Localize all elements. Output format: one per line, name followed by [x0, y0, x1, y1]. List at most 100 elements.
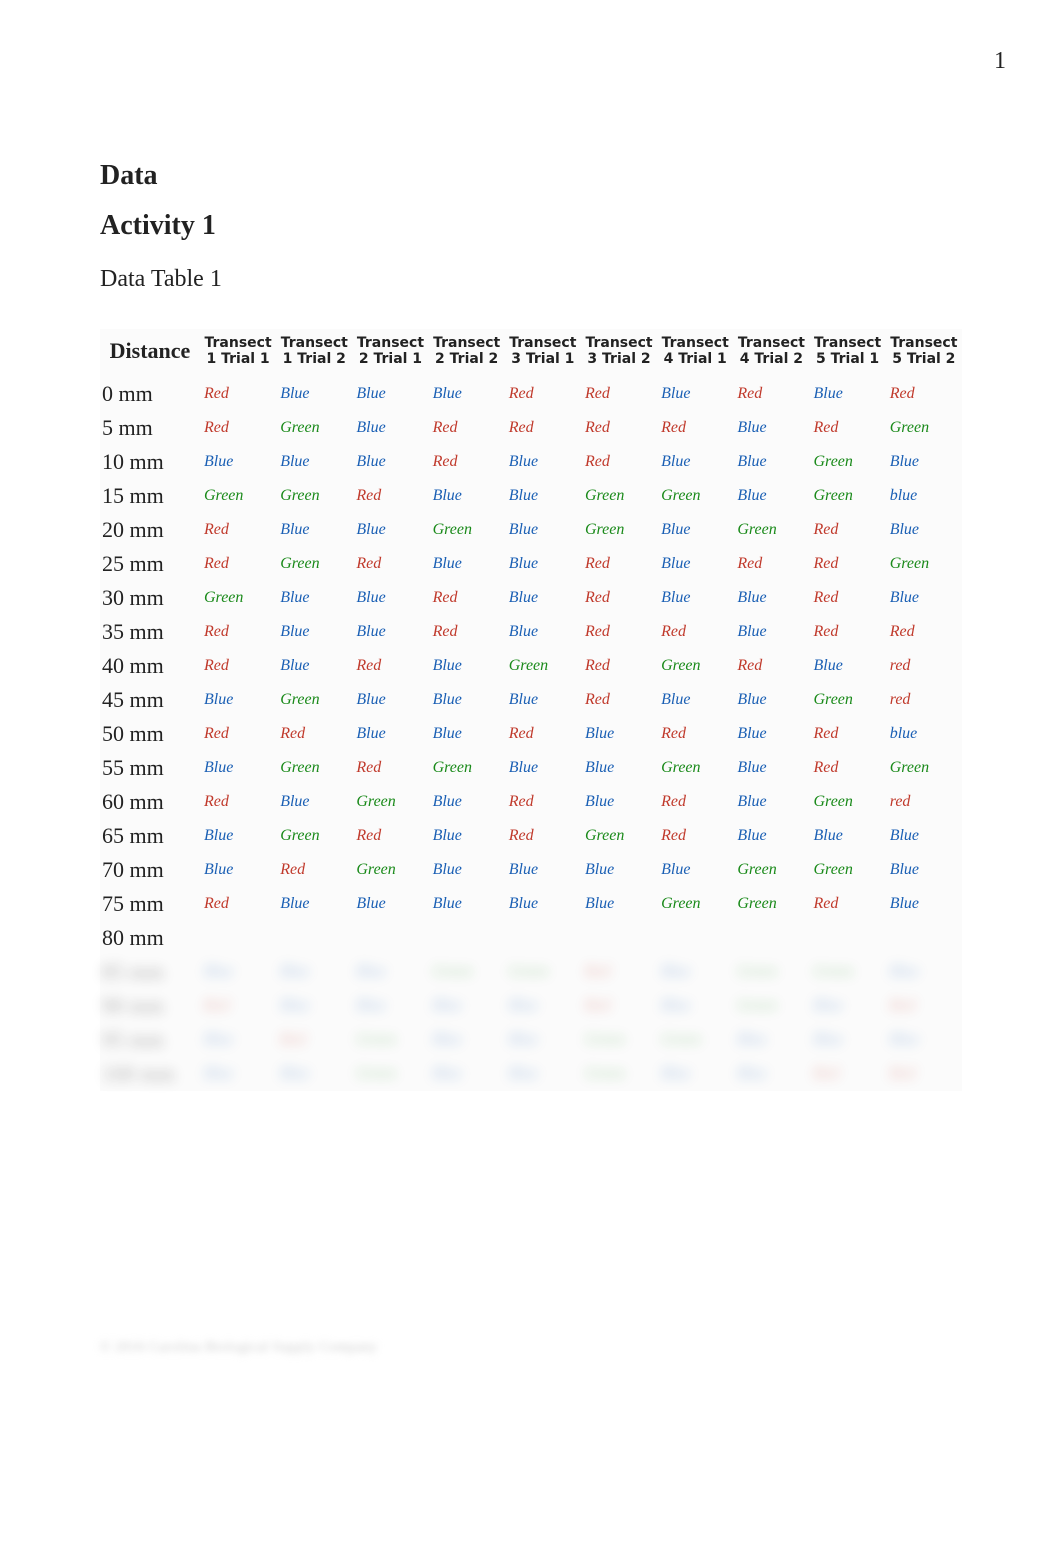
value-cell: Green: [429, 751, 505, 785]
table-row: 65 mmBlueGreenRedBlueRedGreenRedBlueBlue…: [100, 819, 962, 853]
value-cell: Blue: [352, 411, 428, 445]
value-cell: Red: [505, 377, 581, 411]
value-cell: Green: [657, 887, 733, 921]
value-cell: Blue: [352, 445, 428, 479]
heading-data: Data: [100, 160, 962, 192]
value-cell: Blue: [505, 547, 581, 581]
value-cell: Blue: [352, 581, 428, 615]
value-cell: Blue: [733, 411, 809, 445]
distance-cell: 100 mm: [100, 1057, 200, 1091]
value-cell: Blue: [733, 615, 809, 649]
value-cell: Blue: [810, 649, 886, 683]
value-cell: Blue: [657, 955, 733, 989]
value-cell: Red: [505, 819, 581, 853]
distance-cell: 5 mm: [100, 411, 200, 445]
value-cell: Blue: [581, 717, 657, 751]
value-cell: Blue: [429, 819, 505, 853]
value-cell: Green: [200, 479, 276, 513]
value-cell: Blue: [733, 785, 809, 819]
value-cell: Blue: [352, 683, 428, 717]
value-cell: [886, 921, 962, 955]
value-cell: Blue: [505, 445, 581, 479]
value-cell: Red: [886, 989, 962, 1023]
value-cell: Green: [657, 751, 733, 785]
value-cell: Red: [581, 955, 657, 989]
value-cell: Red: [657, 717, 733, 751]
value-cell: Red: [657, 819, 733, 853]
value-cell: Green: [429, 513, 505, 547]
value-cell: Green: [886, 751, 962, 785]
value-cell: Blue: [886, 581, 962, 615]
value-cell: Red: [276, 717, 352, 751]
data-table: Distance Transect 1 Trial 1 Transect 1 T…: [100, 329, 962, 1091]
value-cell: Green: [505, 649, 581, 683]
value-cell: Blue: [657, 853, 733, 887]
value-cell: Red: [581, 683, 657, 717]
value-cell: Blue: [657, 989, 733, 1023]
value-cell: Blue: [429, 377, 505, 411]
value-cell: Red: [657, 411, 733, 445]
value-cell: Blue: [429, 887, 505, 921]
value-cell: Red: [505, 785, 581, 819]
value-cell: Blue: [581, 887, 657, 921]
value-cell: Blue: [200, 853, 276, 887]
value-cell: Green: [352, 853, 428, 887]
value-cell: Red: [733, 649, 809, 683]
table-row: 35 mmRedBlueBlueRedBlueRedRedBlueRedRed: [100, 615, 962, 649]
value-cell: Blue: [429, 649, 505, 683]
distance-cell: 50 mm: [100, 717, 200, 751]
value-cell: Red: [200, 513, 276, 547]
value-cell: Blue: [505, 989, 581, 1023]
table-row: 60 mmRedBlueGreenBlueRedBlueRedBlueGreen…: [100, 785, 962, 819]
table-row: 20 mmRedBlueBlueGreenBlueGreenBlueGreenR…: [100, 513, 962, 547]
value-cell: Green: [810, 445, 886, 479]
value-cell: Red: [810, 717, 886, 751]
value-cell: Blue: [200, 955, 276, 989]
col-t5-2: Transect 5 Trial 2: [886, 329, 962, 377]
value-cell: red: [886, 683, 962, 717]
distance-cell: 65 mm: [100, 819, 200, 853]
distance-cell: 15 mm: [100, 479, 200, 513]
value-cell: Blue: [733, 1023, 809, 1057]
value-cell: Blue: [276, 887, 352, 921]
value-cell: Blue: [505, 581, 581, 615]
value-cell: Blue: [352, 615, 428, 649]
value-cell: Green: [505, 955, 581, 989]
value-cell: Blue: [657, 377, 733, 411]
value-cell: Blue: [886, 1023, 962, 1057]
col-distance: Distance: [100, 329, 200, 377]
value-cell: Red: [352, 751, 428, 785]
col-t2-2: Transect 2 Trial 2: [429, 329, 505, 377]
value-cell: Blue: [276, 581, 352, 615]
value-cell: Blue: [657, 547, 733, 581]
value-cell: Blue: [733, 581, 809, 615]
value-cell: Blue: [200, 683, 276, 717]
value-cell: Blue: [429, 785, 505, 819]
value-cell: Red: [200, 377, 276, 411]
value-cell: Blue: [886, 513, 962, 547]
value-cell: Blue: [886, 853, 962, 887]
value-cell: Red: [352, 819, 428, 853]
value-cell: Blue: [276, 649, 352, 683]
value-cell: Blue: [505, 513, 581, 547]
value-cell: Blue: [200, 1057, 276, 1091]
value-cell: Green: [657, 649, 733, 683]
table-row: 45 mmBlueGreenBlueBlueBlueRedBlueBlueGre…: [100, 683, 962, 717]
table-body-blurred: 85 mmBlueBlueBlueGreenGreenRedBlueGreenG…: [100, 955, 962, 1091]
value-cell: Red: [200, 411, 276, 445]
value-cell: Green: [733, 513, 809, 547]
value-cell: Blue: [429, 479, 505, 513]
value-cell: Green: [429, 955, 505, 989]
value-cell: Red: [200, 785, 276, 819]
table-row: 50 mmRedRedBlueBlueRedBlueRedBlueRedblue: [100, 717, 962, 751]
value-cell: Red: [200, 717, 276, 751]
value-cell: red: [886, 785, 962, 819]
value-cell: Blue: [581, 751, 657, 785]
value-cell: [581, 921, 657, 955]
value-cell: Blue: [352, 717, 428, 751]
value-cell: Red: [886, 1057, 962, 1091]
value-cell: Red: [657, 785, 733, 819]
value-cell: Green: [733, 989, 809, 1023]
value-cell: Blue: [352, 377, 428, 411]
value-cell: Red: [810, 513, 886, 547]
